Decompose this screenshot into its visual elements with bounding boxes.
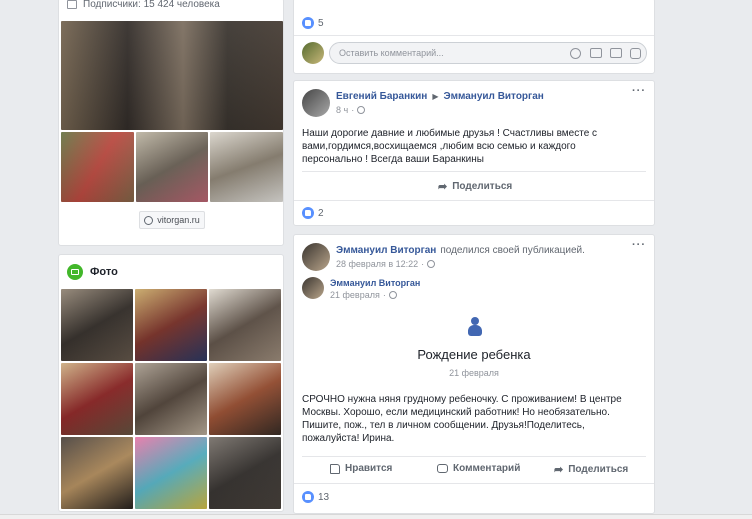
photo-thumb-2[interactable] [136, 132, 208, 202]
camera-icon[interactable] [590, 48, 602, 58]
post1-meta: 8 ч · [336, 105, 366, 115]
photo-section-header: Фото [67, 264, 118, 280]
photo-section-icon [67, 264, 83, 280]
baby-event-icon [467, 317, 483, 337]
post2-shared-text: поделился своей публикацией. [440, 245, 585, 256]
top-post-reactions[interactable]: 5 [302, 17, 324, 29]
audience-globe-icon[interactable] [427, 260, 436, 268]
photo-section-card: Фото [58, 254, 284, 512]
post1-author-avatar[interactable] [302, 89, 330, 117]
post2-inner-time[interactable]: 21 февраля [330, 290, 380, 300]
audience-globe-icon[interactable] [388, 291, 397, 299]
subscribers-text: Подписчики: 15 424 человека [83, 0, 220, 10]
post2-inner-meta: 21 февраля · [330, 290, 397, 300]
grid-photo-8[interactable] [135, 437, 207, 509]
post-barankin: Евгений Баранкин ▶ Эммануил Виторган 8 ч… [293, 80, 655, 226]
comment-input[interactable]: Оставить комментарий... [329, 42, 647, 64]
post1-share-button[interactable]: ➦ Поделиться [438, 180, 512, 193]
post2-options-icon[interactable]: ··· [632, 239, 646, 251]
photo-thumb-1[interactable] [61, 132, 134, 202]
share-icon: ➦ [554, 464, 564, 476]
grid-photo-1[interactable] [61, 289, 133, 361]
grid-photo-6[interactable] [209, 363, 281, 435]
comment-icon [437, 464, 448, 473]
emoji-icon[interactable] [570, 48, 581, 59]
post1-text: Наши дорогие давние и любимые друзья ! С… [302, 128, 598, 165]
post2-event-title: Рождение ребенка [417, 347, 531, 362]
post2-event-date: 21 февраля [449, 368, 499, 378]
main-photo[interactable] [61, 21, 283, 130]
share-icon: ➦ [438, 181, 448, 193]
post2-header: Эммануил Виторган поделился своей публик… [336, 245, 585, 256]
website-link[interactable]: vitorgan.ru [139, 211, 205, 229]
post1-header: Евгений Баранкин ▶ Эммануил Виторган [336, 91, 544, 102]
post1-time[interactable]: 8 ч [336, 105, 348, 115]
photo-thumb-3[interactable] [210, 132, 283, 202]
grid-photo-4[interactable] [61, 363, 133, 435]
top-post-likes-count: 5 [318, 17, 324, 29]
post1-options-icon[interactable]: ··· [632, 85, 646, 97]
subscribers-icon [67, 0, 77, 9]
post1-target-link[interactable]: Эммануил Виторган [443, 91, 543, 102]
post2-like-button[interactable]: Нравится [330, 463, 392, 474]
post2-author-avatar[interactable] [302, 243, 330, 271]
photo-section-title[interactable]: Фото [90, 266, 118, 278]
audience-globe-icon[interactable] [357, 106, 366, 114]
post2-meta: 28 февраля в 12:22 · [336, 259, 436, 269]
grid-photo-3[interactable] [209, 289, 281, 361]
like-reaction-icon [302, 491, 314, 503]
comment-input-placeholder: Оставить комментарий... [339, 48, 444, 58]
post1-likes-count: 2 [318, 207, 324, 219]
grid-photo-2[interactable] [135, 289, 207, 361]
subscribers-row: Подписчики: 15 424 человека [67, 0, 220, 10]
post1-reactions[interactable]: 2 [302, 207, 324, 219]
grid-photo-5[interactable] [135, 363, 207, 435]
post2-text: СРОЧНО нужна няня грудному ребеночку. С … [302, 394, 622, 444]
thumbs-up-icon [330, 463, 340, 474]
globe-icon [144, 215, 154, 225]
like-reaction-icon [302, 17, 314, 29]
post2-inner-author-link[interactable]: Эммануил Виторган [330, 278, 420, 288]
post2-author-link[interactable]: Эммануил Виторган [336, 245, 436, 256]
gif-icon[interactable] [610, 48, 622, 58]
post1-author-link[interactable]: Евгений Баранкин [336, 91, 427, 102]
post2-comment-button[interactable]: Комментарий [437, 463, 520, 474]
sticker-icon[interactable] [630, 48, 641, 59]
post-vitorgan-shared: Эммануил Виторган поделился своей публик… [293, 234, 655, 514]
post2-likes-count: 13 [318, 491, 330, 503]
post2-reactions[interactable]: 13 [302, 491, 329, 503]
left-intro-card: Подписчики: 15 424 человека vitorgan.ru [58, 0, 284, 246]
post2-inner-author-avatar[interactable] [302, 277, 324, 299]
like-reaction-icon [302, 207, 314, 219]
top-post-card: 5 Оставить комментарий... [293, 0, 655, 74]
grid-photo-7[interactable] [61, 437, 133, 509]
current-user-avatar[interactable] [302, 42, 324, 64]
horizontal-scrollbar[interactable] [0, 514, 752, 519]
arrow-right-icon: ▶ [432, 92, 439, 101]
grid-photo-9[interactable] [209, 437, 281, 509]
post2-time[interactable]: 28 февраля в 12:22 [336, 259, 418, 269]
website-text: vitorgan.ru [157, 215, 200, 225]
post2-share-button[interactable]: ➦ Поделиться [554, 463, 628, 476]
